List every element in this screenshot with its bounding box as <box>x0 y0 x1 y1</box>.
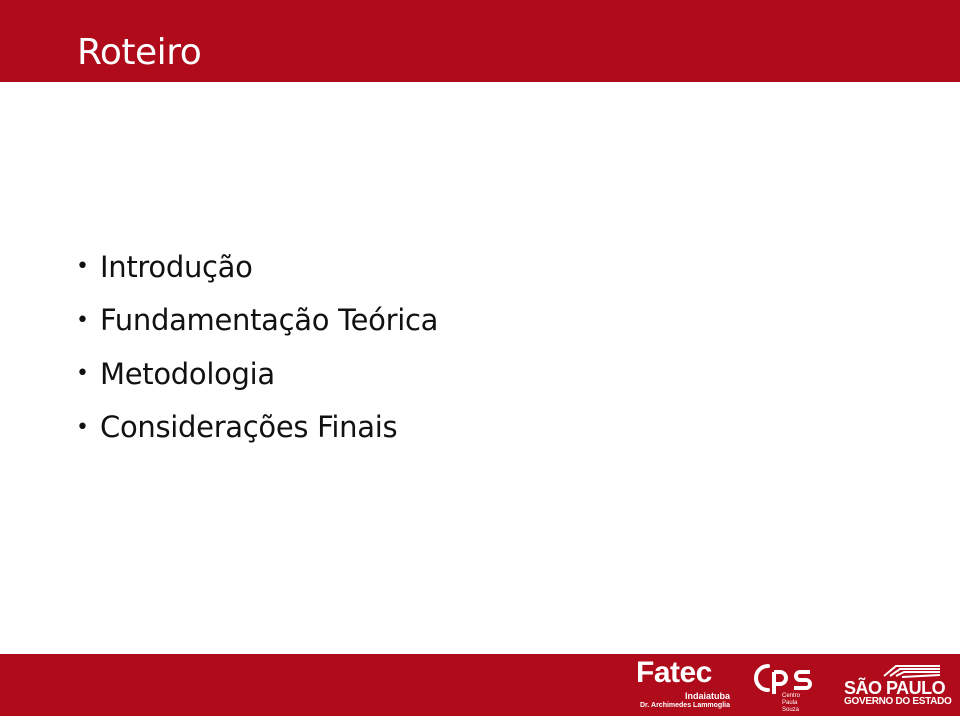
cps-logo-text: Centro Paula Souza <box>782 693 801 713</box>
cps-logo-mark-icon <box>754 664 812 694</box>
list-item-label: Considerações Finais <box>100 410 398 445</box>
slide-title: Roteiro <box>77 32 202 73</box>
list-item: • Metodologia <box>76 347 438 401</box>
bullet-list: • Introdução • Fundamentação Teórica • M… <box>76 240 438 454</box>
bullet-icon: • <box>76 254 89 280</box>
sao-paulo-logo: SÃO PAULO GOVERNO DO ESTADO <box>842 664 952 710</box>
sao-paulo-flag-icon <box>883 665 941 678</box>
cps-logo: Centro Paula Souza <box>754 660 816 713</box>
footer-bar <box>0 654 960 716</box>
list-item-label: Metodologia <box>100 356 275 391</box>
list-item: • Introdução <box>76 240 438 294</box>
fatec-logo-campus: Indaiatuba <box>684 691 730 701</box>
fatec-logo-patron: Dr. Archimedes Lammoglia <box>640 702 730 709</box>
fatec-logo: Fatec Indaiatuba Dr. Archimedes Lammogli… <box>636 656 732 712</box>
footer-divider <box>0 716 960 720</box>
list-item: • Fundamentação Teórica <box>76 294 438 348</box>
fatec-logo-name: Fatec <box>636 656 712 689</box>
bullet-icon: • <box>76 361 89 387</box>
bullet-icon: • <box>76 414 89 440</box>
list-item-label: Introdução <box>100 249 253 284</box>
sao-paulo-logo-sub: GOVERNO DO ESTADO <box>844 696 952 707</box>
list-item: • Considerações Finais <box>76 401 438 455</box>
list-item-label: Fundamentação Teórica <box>100 303 439 338</box>
bullet-icon: • <box>76 307 89 333</box>
